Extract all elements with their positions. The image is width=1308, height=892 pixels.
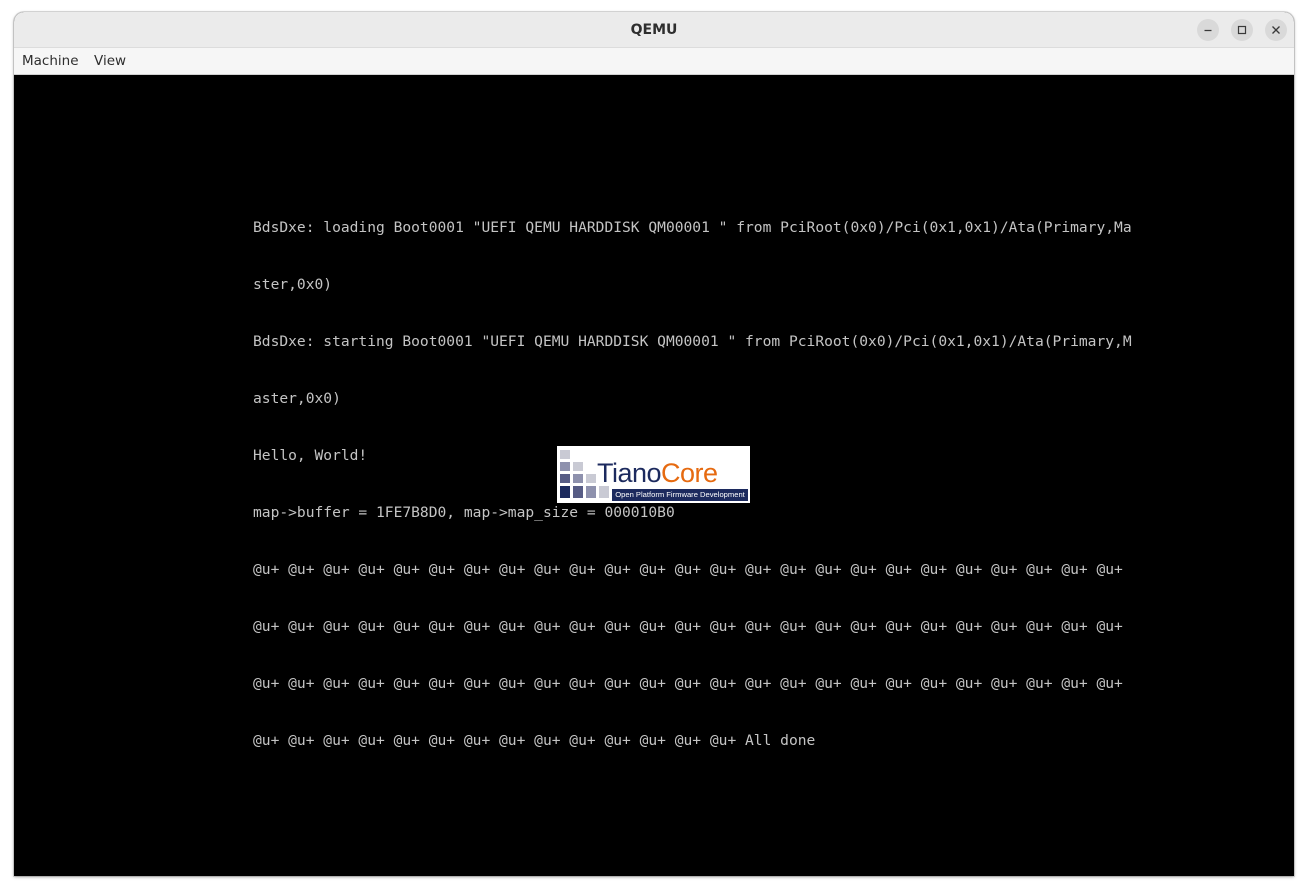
console-line: @u+ @u+ @u+ @u+ @u+ @u+ @u+ @u+ @u+ @u+ …: [253, 561, 1123, 578]
logo-tagline: Open Platform Firmware Development: [612, 489, 748, 501]
close-icon: [1272, 26, 1280, 34]
logo-wordmark-tiano: Tiano: [597, 458, 662, 488]
console-line: map->buffer = 1FE7B8D0, map->map_size = …: [253, 504, 675, 521]
close-button[interactable]: [1265, 19, 1287, 41]
console-line: BdsDxe: starting Boot0001 "UEFI QEMU HAR…: [253, 333, 1132, 350]
maximize-button[interactable]: [1231, 19, 1253, 41]
console-line: @u+ @u+ @u+ @u+ @u+ @u+ @u+ @u+ @u+ @u+ …: [253, 618, 1123, 635]
logo-wordmark: TianoCore: [597, 459, 718, 487]
tianocore-logo: TianoCore Open Platform Firmware Develop…: [557, 446, 750, 503]
console-line: @u+ @u+ @u+ @u+ @u+ @u+ @u+ @u+ @u+ @u+ …: [253, 675, 1123, 692]
minimize-icon: [1204, 29, 1212, 32]
console-line: aster,0x0): [253, 390, 341, 407]
window-title: QEMU: [630, 22, 678, 38]
vm-display[interactable]: BdsDxe: loading Boot0001 "UEFI QEMU HARD…: [14, 75, 1294, 876]
menu-bar: Machine View: [14, 48, 1294, 75]
minimize-button[interactable]: [1197, 19, 1219, 41]
console-line: @u+ @u+ @u+ @u+ @u+ @u+ @u+ @u+ @u+ @u+ …: [253, 732, 816, 749]
console-line: BdsDxe: loading Boot0001 "UEFI QEMU HARD…: [253, 219, 1132, 236]
title-bar[interactable]: QEMU: [14, 12, 1294, 48]
maximize-icon: [1237, 25, 1247, 35]
qemu-window: QEMU Machine View BdsDxe: loading Boot00…: [14, 12, 1294, 876]
console-line: ster,0x0): [253, 276, 333, 293]
menu-machine[interactable]: Machine: [22, 48, 79, 74]
logo-wordmark-core: Core: [661, 458, 718, 488]
menu-view[interactable]: View: [94, 48, 126, 74]
